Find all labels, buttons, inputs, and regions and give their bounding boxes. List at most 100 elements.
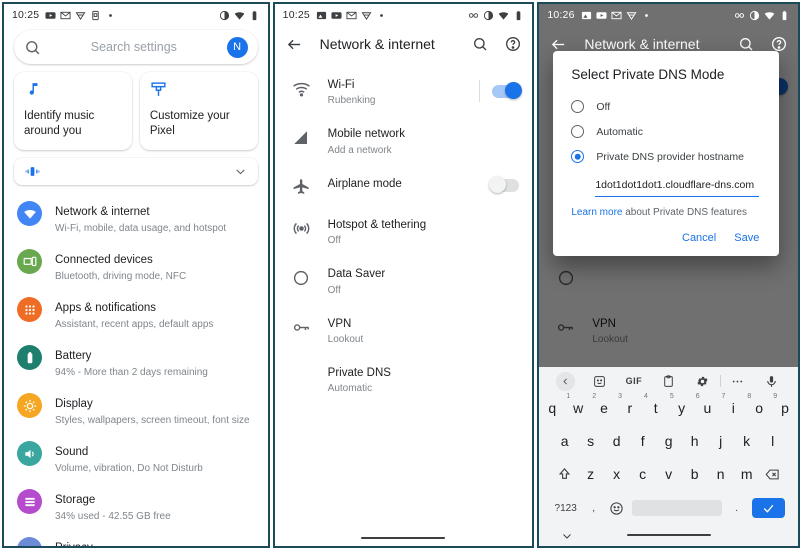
app-bar: Network & internet <box>275 26 533 62</box>
comma-key[interactable]: , <box>583 503 605 514</box>
shift-icon[interactable] <box>552 459 578 489</box>
radio-button[interactable] <box>571 125 585 138</box>
settings-item-display[interactable]: Display Styles, wallpapers, screen timeo… <box>4 386 268 434</box>
key-j[interactable]: j <box>708 426 734 456</box>
back-arrow-icon[interactable] <box>286 36 303 53</box>
radio-option-provider-hostname[interactable]: Private DNS provider hostname <box>553 144 779 169</box>
chevron-down-icon[interactable] <box>234 165 247 178</box>
keyboard-row-2: a s d f g h j k l <box>539 426 798 459</box>
settings-item-privacy[interactable]: Privacy Permissions, account activity, p… <box>4 530 268 546</box>
enter-key[interactable] <box>749 498 789 518</box>
key-r[interactable]: 4r <box>617 393 648 423</box>
settings-item-title: Sound <box>55 446 89 459</box>
back-arrow-icon[interactable] <box>550 36 567 53</box>
radio-button-selected[interactable] <box>571 150 585 163</box>
avatar[interactable]: N <box>226 36 248 58</box>
spacebar[interactable] <box>629 500 725 516</box>
key-i[interactable]: 8i <box>720 393 752 423</box>
settings-item-title: Battery <box>55 350 92 363</box>
key-c[interactable]: c <box>630 459 656 489</box>
settings-item-network-internet[interactable]: Network & internet Wi-Fi, mobile, data u… <box>4 194 268 242</box>
search-icon[interactable] <box>738 36 754 52</box>
network-item-airplane-mode[interactable]: Airplane mode <box>275 167 533 208</box>
key-b[interactable]: b <box>682 459 708 489</box>
suggestion-card-identify-music[interactable]: Identify music around you <box>14 72 132 151</box>
key-k[interactable]: k <box>734 426 760 456</box>
more-icon[interactable] <box>721 375 755 388</box>
key-t[interactable]: 5t <box>643 393 674 423</box>
gif-button[interactable]: GIF <box>617 376 651 386</box>
gear-icon[interactable] <box>685 375 719 388</box>
back-chevron-icon[interactable] <box>548 371 582 391</box>
save-button[interactable]: Save <box>734 232 759 244</box>
airplane-toggle[interactable] <box>489 176 520 194</box>
key-g[interactable]: g <box>656 426 682 456</box>
key-y[interactable]: 6y <box>669 393 700 423</box>
learn-more-link[interactable]: Learn more <box>571 207 622 218</box>
key-x[interactable]: x <box>604 459 630 489</box>
settings-item-battery[interactable]: Battery 94% - More than 2 days remaining <box>4 338 268 386</box>
suggestion-card-customize-pixel[interactable]: Customize your Pixel <box>139 72 258 151</box>
radio-option-automatic[interactable]: Automatic <box>553 119 779 144</box>
key-l[interactable]: l <box>760 426 786 456</box>
network-item-private-dns[interactable]: Private DNS Automatic <box>275 356 533 405</box>
network-item-title: Wi-Fi <box>327 79 355 91</box>
radio-option-off[interactable]: Off <box>553 94 779 119</box>
key-o[interactable]: 9o <box>746 393 777 423</box>
key-a[interactable]: a <box>552 426 578 456</box>
sticker-icon[interactable] <box>583 375 617 388</box>
settings-item-storage[interactable]: Storage 34% used - 42.55 GB free <box>4 482 268 530</box>
three-phone-screenshots: 10:25 Search settings N Identify music a… <box>0 0 802 550</box>
period-key[interactable]: . <box>725 503 749 514</box>
wifi-toggle[interactable] <box>492 82 523 99</box>
dns-hostname-input[interactable]: 1dot1dot1dot1.cloudflare-dns.com <box>595 175 760 197</box>
datasaver-icon <box>291 267 312 288</box>
key-d[interactable]: d <box>604 426 630 456</box>
radio-button[interactable] <box>571 100 585 113</box>
key-e[interactable]: 3e <box>591 393 622 423</box>
phone-panel-network-internet: 10:25 Network & internet Wi-Fi Rubenking… <box>272 2 535 548</box>
key-label: u <box>703 400 712 416</box>
key-label: w <box>573 400 584 416</box>
key-z[interactable]: z <box>578 459 604 489</box>
key-m[interactable]: m <box>734 459 760 489</box>
key-h[interactable]: h <box>682 426 708 456</box>
battery-icon <box>779 10 790 21</box>
vibration-collapse-card[interactable] <box>14 158 258 186</box>
key-s[interactable]: s <box>578 426 604 456</box>
settings-item-connected-devices[interactable]: Connected devices Bluetooth, driving mod… <box>4 242 268 290</box>
settings-item-title: Network & internet <box>55 206 150 219</box>
clipboard-icon[interactable] <box>651 374 685 388</box>
settings-item-sound[interactable]: Sound Volume, vibration, Do Not Disturb <box>4 434 268 482</box>
network-item-wifi[interactable]: Wi-Fi Rubenking <box>275 68 533 117</box>
screenshot-icon <box>316 10 327 21</box>
help-icon[interactable] <box>505 36 521 52</box>
search-icon[interactable] <box>472 36 488 52</box>
cancel-button[interactable]: Cancel <box>682 232 716 244</box>
help-icon[interactable] <box>771 36 787 52</box>
emoji-icon[interactable] <box>605 501 629 516</box>
backspace-icon[interactable] <box>760 459 786 489</box>
settings-item-title: Connected devices <box>55 254 153 267</box>
sim-icon <box>90 10 101 21</box>
search-settings-bar[interactable]: Search settings N <box>14 30 258 64</box>
dot-icon <box>376 10 387 21</box>
network-item-mobile-network[interactable]: Mobile network Add a network <box>275 117 533 166</box>
network-item-vpn[interactable]: VPN Lookout <box>275 307 533 356</box>
key-q[interactable]: 1q <box>539 393 570 423</box>
shield-icon <box>75 10 86 21</box>
settings-item-apps-notifications[interactable]: Apps & notifications Assistant, recent a… <box>4 290 268 338</box>
key-n[interactable]: n <box>708 459 734 489</box>
mic-icon[interactable] <box>755 375 789 388</box>
key-f[interactable]: f <box>630 426 656 456</box>
network-item-data-saver[interactable]: Data Saver Off <box>275 257 533 306</box>
signal-icon <box>291 127 312 148</box>
devices-icon <box>17 249 42 275</box>
key-u[interactable]: 7u <box>695 393 726 423</box>
key-p[interactable]: 0p <box>772 393 798 423</box>
key-v[interactable]: v <box>656 459 682 489</box>
network-item-hotspot-tethering[interactable]: Hotspot & tethering Off <box>275 208 533 257</box>
symbols-key[interactable]: ?123 <box>549 503 583 514</box>
chevron-down-icon[interactable] <box>561 529 573 541</box>
key-w[interactable]: 2w <box>565 393 596 423</box>
